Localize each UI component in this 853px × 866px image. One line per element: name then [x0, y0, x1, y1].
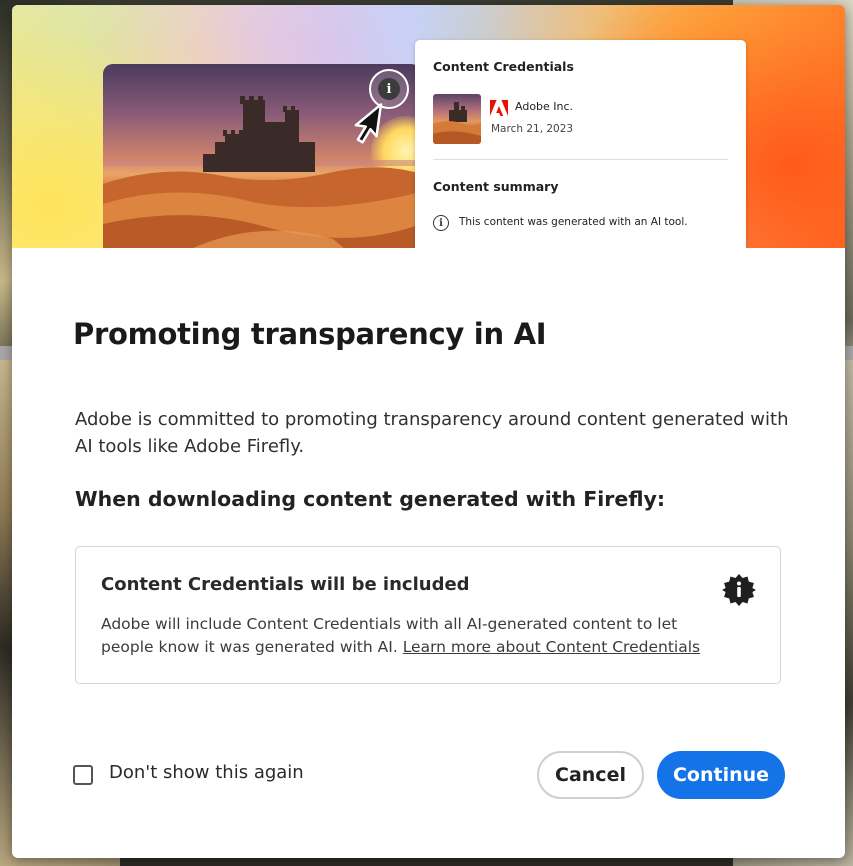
learn-more-link[interactable]: Learn more about Content Credentials — [403, 638, 700, 656]
dialog-intro: Adobe is committed to promoting transpar… — [75, 409, 789, 457]
credentials-date: March 21, 2023 — [491, 123, 574, 135]
dont-show-again-checkbox[interactable] — [73, 765, 93, 785]
cancel-button[interactable]: Cancel — [537, 751, 644, 799]
hero-banner: i Content Credentials Adobe Inc. March 2… — [12, 5, 845, 248]
dialog-subheading: When downloading content generated with … — [75, 487, 666, 511]
dialog: i Content Credentials Adobe Inc. March 2… — [12, 5, 845, 858]
castle-silhouette — [203, 96, 315, 172]
credentials-company: Adobe Inc. — [515, 100, 574, 113]
content-credentials-badge-icon — [722, 574, 756, 606]
credentials-thumbnail — [433, 94, 481, 144]
thumbnail-castle — [433, 102, 481, 144]
info-box-title: Content Credentials will be included — [101, 574, 470, 595]
adobe-logo-icon — [490, 100, 508, 116]
content-summary-note: This content was generated with an AI to… — [459, 216, 688, 228]
divider — [433, 159, 728, 160]
dont-show-again-label[interactable]: Don't show this again — [109, 762, 304, 783]
content-credentials-card: Content Credentials Adobe Inc. March 21,… — [415, 40, 746, 248]
info-box-text: Adobe will include Content Credentials w… — [101, 613, 701, 659]
mouse-pointer-icon — [354, 103, 383, 144]
info-icon: i — [378, 78, 400, 100]
content-summary-heading: Content summary — [433, 179, 559, 194]
continue-button[interactable]: Continue — [657, 751, 785, 799]
content-credentials-info-box: Content Credentials will be included Ado… — [75, 546, 781, 684]
dialog-title: Promoting transparency in AI — [73, 317, 547, 351]
info-icon: i — [433, 215, 449, 231]
credentials-card-title: Content Credentials — [433, 59, 574, 74]
